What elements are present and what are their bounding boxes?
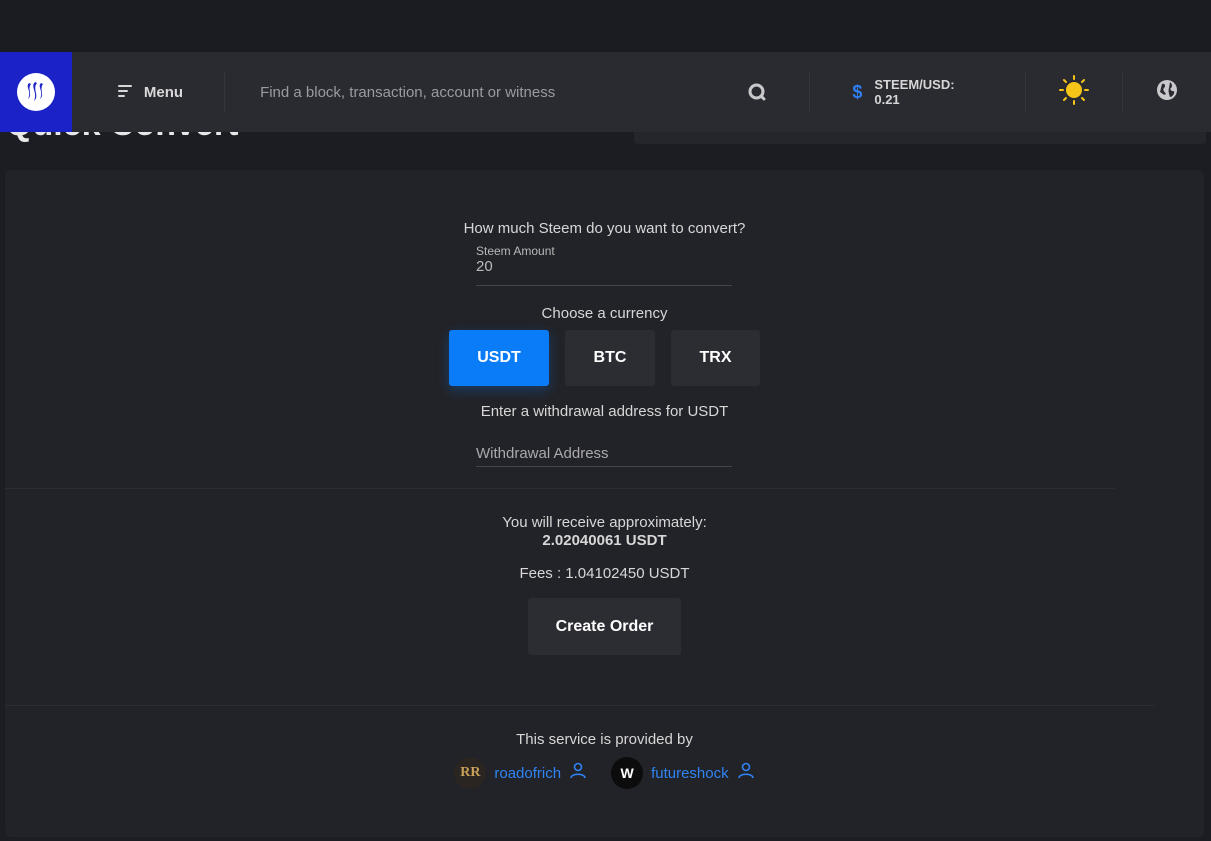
create-order-button[interactable]: Create Order [528, 598, 681, 655]
steem-amount-field[interactable]: Steem Amount 20 [476, 244, 732, 286]
search-icon[interactable] [745, 80, 769, 104]
provided-by-text: This service is provided by [516, 731, 693, 748]
provider-futureshock[interactable]: W futureshock [611, 757, 755, 789]
divider [5, 488, 1115, 489]
menu-button[interactable]: Menu [117, 72, 184, 112]
amount-question: How much Steem do you want to convert? [463, 220, 746, 237]
divider [809, 71, 811, 113]
divider [5, 705, 1155, 706]
amount-field-label: Steem Amount [476, 244, 555, 258]
address-prompt: Enter a withdrawal address for USDT [480, 403, 729, 420]
provider-roadofrich[interactable]: RR roadofrich [454, 757, 587, 789]
currency-btc-button[interactable]: BTC [565, 330, 655, 386]
avatar: W [611, 757, 644, 789]
receive-amount: 2.02040061 USDT [542, 532, 667, 549]
search-input[interactable] [258, 82, 732, 102]
withdrawal-address-input[interactable] [476, 440, 732, 467]
steem-logo[interactable] [0, 52, 72, 132]
amount-value: 20 [476, 258, 493, 275]
navbar: Menu $ STEEM/USD: 0.21 [0, 52, 1211, 132]
convert-card: How much Steem do you want to convert? S… [5, 170, 1204, 837]
user-icon [569, 762, 587, 785]
steem-price: $ STEEM/USD: 0.21 [852, 77, 983, 107]
globe-icon [1156, 79, 1178, 106]
provider-name: roadofrich [494, 764, 562, 782]
sun-icon [1059, 74, 1090, 110]
menu-icon [117, 84, 132, 101]
divider [224, 71, 226, 113]
provider-name: futureshock [651, 764, 729, 782]
fees-text: Fees : 1.04102450 USDT [519, 565, 690, 582]
user-icon [737, 762, 755, 785]
steem-logo-icon [16, 73, 55, 111]
price-text: STEEM/USD: 0.21 [874, 77, 955, 107]
menu-label: Menu [143, 83, 184, 101]
currency-trx-button[interactable]: TRX [671, 330, 760, 386]
currency-usdt-button[interactable]: USDT [449, 330, 549, 386]
avatar: RR [454, 757, 487, 789]
currency-prompt: Choose a currency [541, 305, 668, 322]
dollar-icon: $ [852, 81, 863, 102]
theme-toggle[interactable] [1026, 74, 1122, 110]
receive-label: You will receive approximately: [502, 514, 707, 531]
providers-list: RR roadofrich W futureshock [5, 757, 1204, 789]
language-button[interactable] [1123, 79, 1211, 106]
top-strip [0, 0, 1211, 52]
